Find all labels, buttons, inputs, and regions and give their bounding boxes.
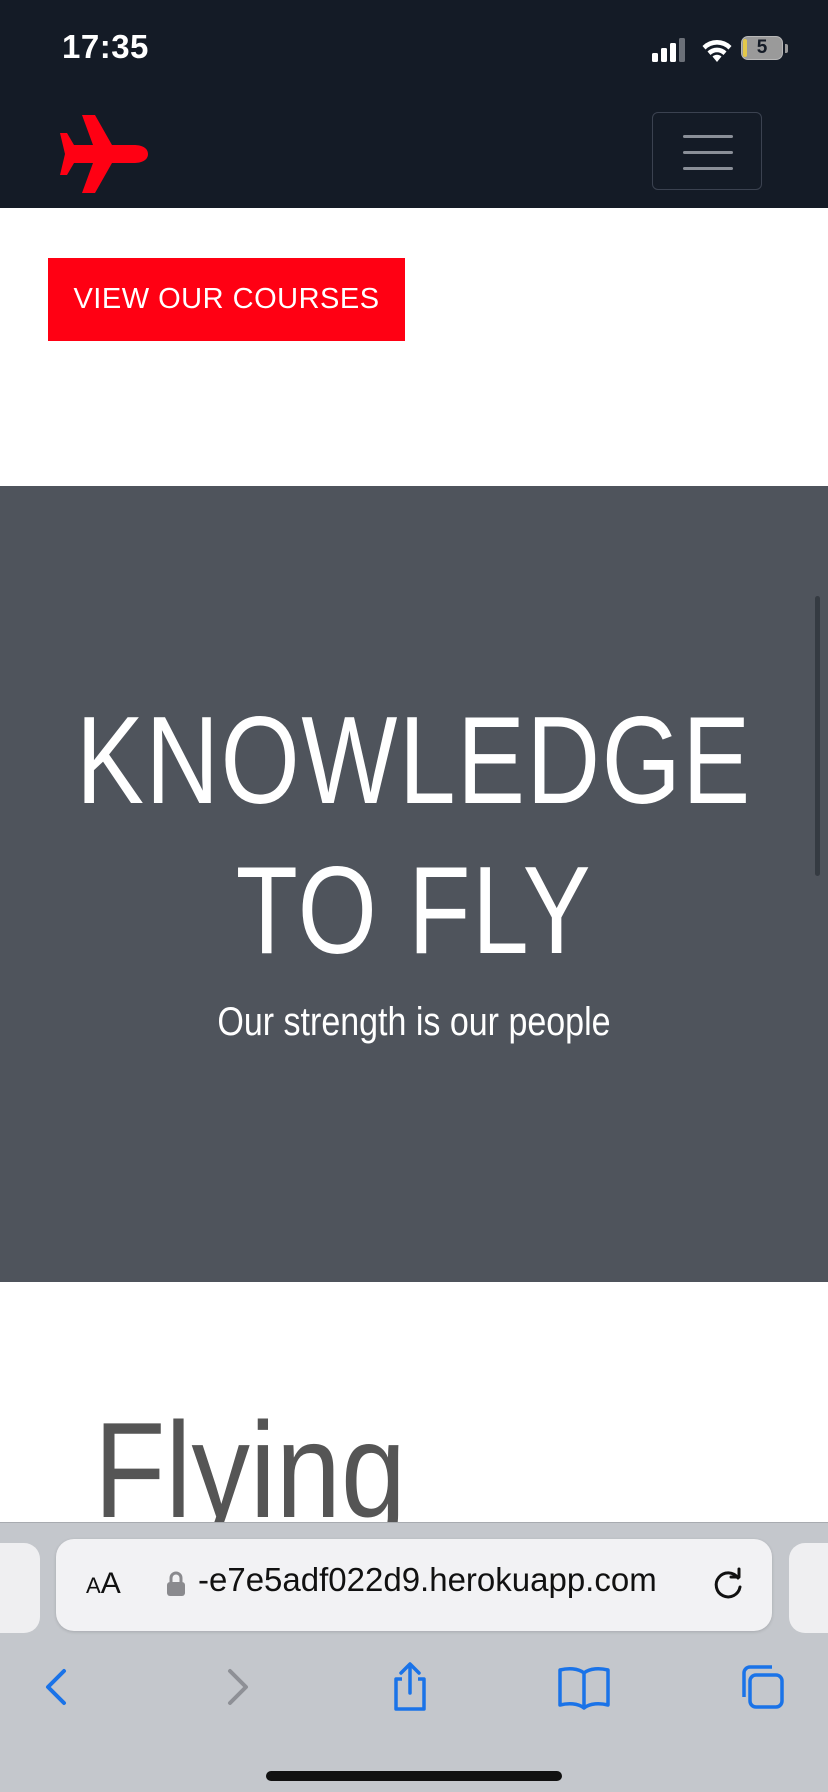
hero-title: KNOWLEDGE TO FLY bbox=[75, 686, 754, 986]
cellular-signal-icon bbox=[652, 38, 685, 62]
battery-icon: 5 bbox=[741, 36, 789, 62]
wifi-icon bbox=[702, 39, 732, 62]
hamburger-icon bbox=[683, 135, 733, 138]
browser-toolbar: AA -e7e5adf022d9.herokuapp.com bbox=[0, 1522, 828, 1792]
courses-cta-section: VIEW OUR COURSES bbox=[0, 208, 828, 486]
previous-tab-peek[interactable] bbox=[0, 1543, 40, 1633]
hero-section: KNOWLEDGE TO FLY Our strength is our peo… bbox=[0, 486, 828, 1282]
hero-title-line-2: TO FLY bbox=[235, 842, 593, 980]
text-size-button[interactable]: AA bbox=[86, 1567, 121, 1601]
airplane-logo-icon[interactable] bbox=[60, 112, 152, 196]
tabs-icon[interactable] bbox=[734, 1659, 790, 1715]
page-scrollbar[interactable] bbox=[815, 596, 820, 876]
status-bar: 17:35 5 bbox=[0, 0, 828, 100]
site-navbar bbox=[0, 100, 828, 208]
next-tab-peek[interactable] bbox=[789, 1543, 828, 1633]
navbar-menu-toggle[interactable] bbox=[652, 112, 762, 190]
lock-icon bbox=[167, 1571, 185, 1596]
hero-title-line-1: KNOWLEDGE bbox=[76, 692, 752, 830]
home-indicator[interactable] bbox=[266, 1771, 562, 1781]
share-icon[interactable] bbox=[382, 1659, 438, 1715]
back-icon[interactable] bbox=[30, 1659, 86, 1715]
flying-section: Flying bbox=[0, 1282, 828, 1522]
reload-icon[interactable] bbox=[708, 1565, 748, 1605]
bookmarks-icon[interactable] bbox=[556, 1659, 612, 1715]
status-time: 17:35 bbox=[62, 28, 149, 65]
view-courses-button[interactable]: VIEW OUR COURSES bbox=[48, 258, 405, 341]
battery-level: 5 bbox=[756, 37, 768, 58]
flying-heading: Flying bbox=[94, 1394, 406, 1522]
address-bar[interactable]: AA -e7e5adf022d9.herokuapp.com bbox=[56, 1539, 772, 1631]
url-text[interactable]: -e7e5adf022d9.herokuapp.com bbox=[198, 1561, 657, 1599]
forward-icon[interactable] bbox=[208, 1659, 264, 1715]
hero-subtitle: Our strength is our people bbox=[217, 1000, 611, 1044]
